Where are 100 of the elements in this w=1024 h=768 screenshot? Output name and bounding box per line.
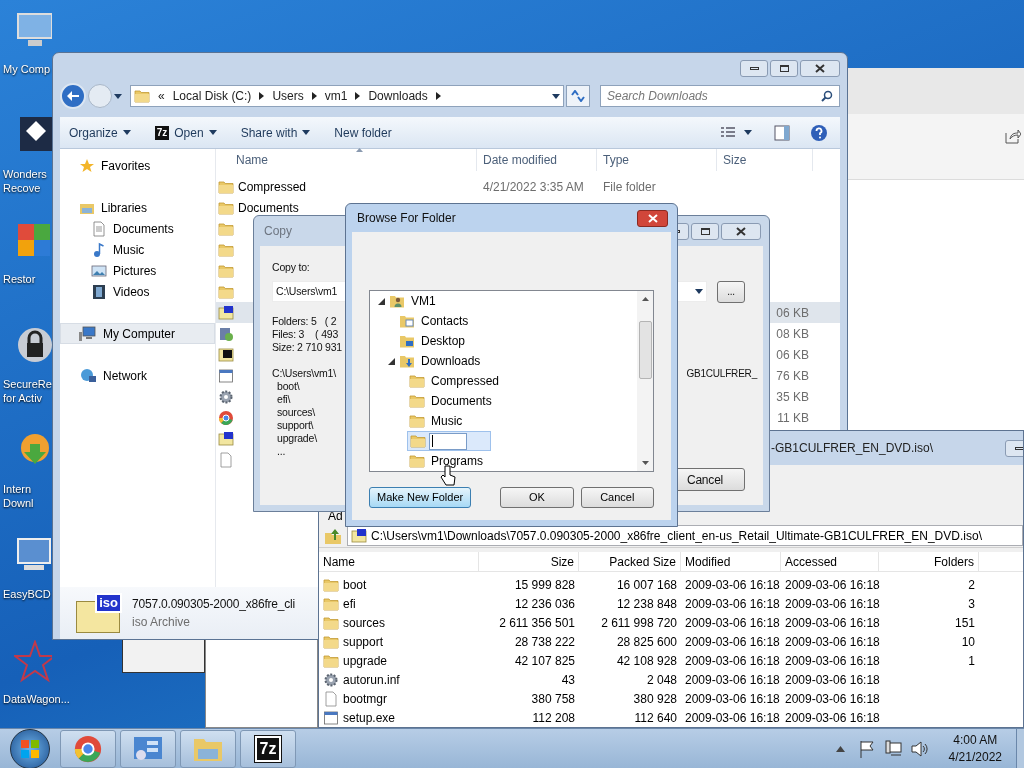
column-header[interactable]: Packed Size xyxy=(579,552,681,572)
view-list-icon[interactable] xyxy=(720,125,736,140)
tree-item[interactable]: Programs xyxy=(407,451,485,471)
nav-item[interactable]: Libraries xyxy=(60,197,215,218)
file-name[interactable]: Compressed xyxy=(238,177,307,196)
nav-item[interactable]: Favorites xyxy=(60,155,215,176)
expanded-arrow-icon[interactable] xyxy=(388,357,395,365)
file-name[interactable]: upgrade xyxy=(343,651,388,670)
desktop-icon-label: for Activ xyxy=(2,391,44,405)
close-icon xyxy=(647,213,658,223)
tree-item[interactable]: Documents xyxy=(407,391,494,411)
help-icon[interactable] xyxy=(810,123,828,142)
column-header[interactable]: Type xyxy=(597,149,717,171)
file-name[interactable]: bootmgr xyxy=(343,689,388,708)
file-name[interactable]: sources xyxy=(343,613,386,632)
folder-icon xyxy=(409,393,425,409)
breadcrumb[interactable]: Local Disk (C:) xyxy=(172,87,252,105)
share-icon[interactable] xyxy=(1005,128,1021,144)
window-title: -GB1CULFRER_EN_DVD.iso\ xyxy=(771,440,934,457)
field-label: Copy to: xyxy=(272,260,311,275)
nav-item[interactable]: Music xyxy=(60,239,215,260)
column-header[interactable]: Name xyxy=(319,552,479,572)
nav-item[interactable]: Pictures xyxy=(60,260,215,281)
folder-name-field[interactable] xyxy=(429,432,467,450)
desktop-icon-label: EasyBCD xyxy=(2,587,51,601)
maximize-button[interactable] xyxy=(770,60,798,77)
picture-icon xyxy=(91,262,107,279)
path-field[interactable]: C:\Users\vm1\Downloads\7057.0.090305-2000_x86fre_client_en-us_Retail_Ultimate-GB1CULFRER_EN_DVD.iso\ xyxy=(347,525,1023,546)
date-modified: 4/21/2022 3:35 AM xyxy=(483,179,584,194)
desktop-icon-label: Wonders xyxy=(2,167,47,181)
show-hidden-icons-icon[interactable] xyxy=(835,745,845,752)
folder-icon xyxy=(218,262,234,279)
column-header[interactable]: Date modified xyxy=(477,149,597,171)
breadcrumb[interactable]: « xyxy=(158,87,165,105)
toolbar-button[interactable]: Share with xyxy=(231,120,320,145)
tree-item[interactable]: Contacts xyxy=(397,311,471,331)
dialog-button[interactable]: Make New Folder xyxy=(369,487,472,508)
preview-pane-icon[interactable] xyxy=(774,124,790,141)
file-name[interactable]: efi xyxy=(343,594,356,613)
file-size[interactable]: 11 KB xyxy=(775,408,811,427)
breadcrumb[interactable]: Users xyxy=(272,87,304,105)
column-header[interactable]: Folders xyxy=(879,552,979,572)
column-header[interactable]: Size xyxy=(479,552,579,572)
file-name[interactable]: setup.exe xyxy=(343,708,396,727)
maximize-button[interactable] xyxy=(691,222,719,240)
back-button[interactable] xyxy=(60,83,86,109)
desktop-icon-label: SecureRe xyxy=(2,377,52,391)
file-name[interactable]: autorun.inf xyxy=(343,670,400,689)
toolbar-button[interactable]: 7z Open xyxy=(145,120,226,145)
clock-time: 4:00 AM xyxy=(953,731,998,749)
minimize-button[interactable] xyxy=(740,60,768,77)
column-header[interactable]: Modified xyxy=(681,552,781,572)
taskbar-button[interactable]: 7z xyxy=(240,729,296,768)
taskbar-button[interactable] xyxy=(60,729,116,768)
file-name[interactable]: Documents xyxy=(238,198,299,217)
taskbar-button[interactable] xyxy=(120,729,176,768)
toolbar-button[interactable]: Organize xyxy=(60,120,140,145)
file-size[interactable]: 76 KB xyxy=(774,366,811,385)
dialog-button[interactable]: Cancel xyxy=(580,487,654,508)
breadcrumb[interactable]: vm1 xyxy=(324,87,348,105)
address-bar[interactable]: « Local Disk (C:) Users vm1 Downloads xyxy=(130,85,564,107)
file-name[interactable]: support xyxy=(343,632,384,651)
breadcrumb[interactable]: Downloads xyxy=(368,87,428,105)
browser-icon xyxy=(218,409,234,426)
music-note-icon xyxy=(91,241,107,258)
close-button[interactable] xyxy=(800,60,840,77)
close-button[interactable] xyxy=(721,222,761,240)
browse-button[interactable]: ... xyxy=(717,280,745,303)
info-line: Size: 2 710 931 xyxy=(272,340,342,354)
scroll-thumb[interactable] xyxy=(638,321,652,379)
start-button[interactable] xyxy=(10,728,50,768)
tree-item[interactable]: Music xyxy=(407,411,465,431)
nav-item[interactable]: My Computer xyxy=(60,323,215,344)
close-button[interactable] xyxy=(637,209,668,227)
downloads-folder-icon xyxy=(399,353,415,369)
file-name[interactable]: boot xyxy=(343,575,367,594)
file-size[interactable]: 35 KB xyxy=(774,387,811,406)
tree-item[interactable] xyxy=(407,431,491,451)
tree-item[interactable]: Compressed xyxy=(407,371,502,391)
file-size[interactable]: 06 KB xyxy=(774,345,811,364)
nav-item[interactable]: Documents xyxy=(60,218,215,239)
expanded-arrow-icon[interactable] xyxy=(378,297,385,305)
tree-item[interactable]: VM1 xyxy=(387,291,438,311)
nav-item[interactable]: Network xyxy=(60,365,215,386)
column-header[interactable]: Accessed xyxy=(781,552,879,572)
tree-item[interactable]: Desktop xyxy=(397,331,468,351)
search-field[interactable]: Search Downloads xyxy=(600,85,840,107)
network-icon[interactable] xyxy=(884,739,903,758)
refresh-button[interactable] xyxy=(566,85,590,107)
volume-icon[interactable] xyxy=(910,740,929,757)
dialog-button[interactable]: OK xyxy=(500,487,574,508)
flag-icon[interactable] xyxy=(858,739,875,758)
file-size[interactable]: 06 KB xyxy=(774,303,811,322)
nav-item[interactable]: Videos xyxy=(60,281,215,302)
toolbar-button[interactable]: New folder xyxy=(325,120,401,145)
tree-item[interactable]: Downloads xyxy=(397,351,483,371)
table-cell-text: 12 236 036 xyxy=(514,595,575,613)
caret-icon xyxy=(302,130,311,135)
column-header[interactable]: Size xyxy=(717,149,813,171)
file-size[interactable]: 08 KB xyxy=(774,324,811,343)
